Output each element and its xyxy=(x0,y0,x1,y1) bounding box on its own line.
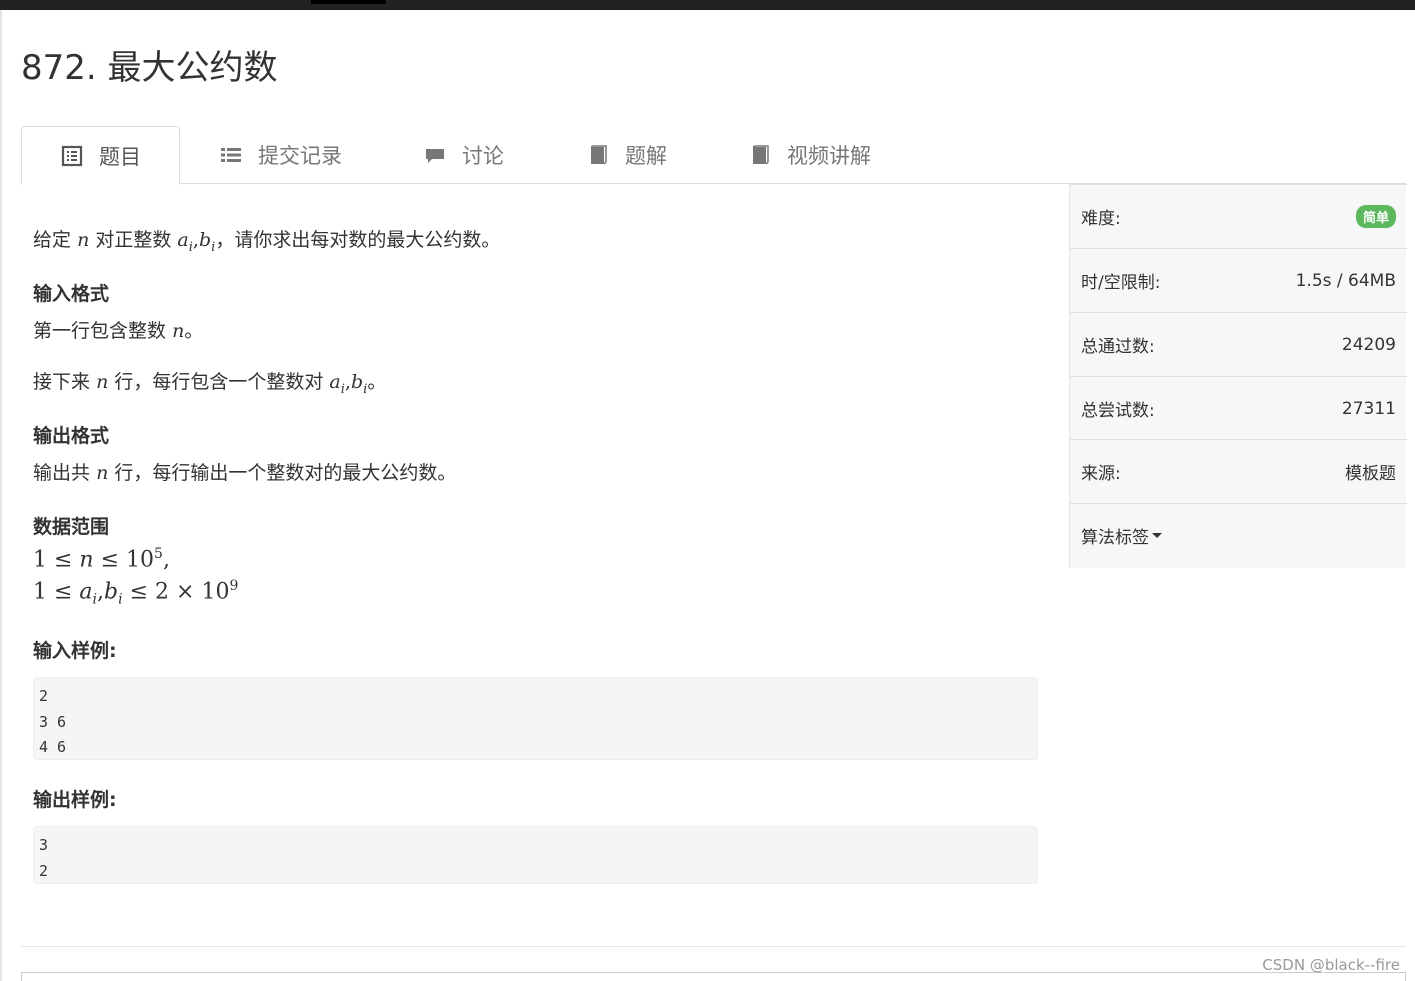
sample-input-code[interactable]: 2 3 6 4 6 xyxy=(33,677,1038,760)
output-line: 输出共 n 行，每行输出一个整数对的最大公约数。 xyxy=(33,458,456,485)
problem-info-sidebar: 难度: 简单 时/空限制: 1.5s / 64MB 总通过数: 24209 总尝… xyxy=(1069,184,1407,568)
comma: , xyxy=(97,579,105,605)
tab-discussion[interactable]: 讨论 xyxy=(424,126,504,184)
text: 1 ≤ xyxy=(33,579,80,605)
list-icon xyxy=(220,144,242,166)
tab-submissions[interactable]: 提交记录 xyxy=(220,126,342,184)
source-value[interactable]: 模板题 xyxy=(1345,459,1396,484)
statement-intro: 给定 n 对正整数 ai,bi，请你求出每对数的最大公约数。 xyxy=(33,225,500,255)
algorithm-tags-row[interactable]: 算法标签 xyxy=(1070,503,1407,567)
text: 第一行包含整数 xyxy=(33,320,167,342)
var-b: b xyxy=(198,229,212,251)
source-label: 来源: xyxy=(1081,464,1121,484)
browser-tab-indicator xyxy=(311,0,386,4)
book-icon xyxy=(749,144,771,166)
document-list-icon xyxy=(61,145,83,167)
attempts-value: 27311 xyxy=(1341,398,1396,419)
output-format-heading: 输出格式 xyxy=(33,425,110,447)
comment-icon xyxy=(424,144,446,166)
tab-problem[interactable]: 题目 xyxy=(21,126,180,185)
var-b: b xyxy=(104,579,119,605)
tab-submissions-label: 提交记录 xyxy=(258,144,342,168)
var-n: n xyxy=(96,462,109,484)
var-b: b xyxy=(350,371,364,393)
accepted-value: 24209 xyxy=(1341,334,1396,355)
text: 。 xyxy=(184,320,204,342)
text: 行，每行包含一个整数对 xyxy=(114,371,324,393)
var-a: a xyxy=(177,229,189,251)
text: 接下来 xyxy=(33,371,91,393)
sample-output-code[interactable]: 3 2 xyxy=(33,826,1038,884)
intro-text: 给定 xyxy=(33,229,72,251)
var-n: n xyxy=(77,229,90,251)
tab-video[interactable]: 视频讲解 xyxy=(749,126,871,184)
var-a: a xyxy=(329,371,341,393)
input-line-1: 第一行包含整数 n。 xyxy=(33,316,203,343)
var-n: n xyxy=(172,320,185,342)
text: ≤ 10 xyxy=(93,547,155,573)
text: , xyxy=(162,547,170,573)
caret-down-icon xyxy=(1152,533,1162,538)
exponent: 9 xyxy=(229,578,239,594)
difficulty-row: 难度: 简单 xyxy=(1070,184,1407,248)
var-a: a xyxy=(79,579,93,605)
text: 行，每行输出一个整数对的最大公约数。 xyxy=(114,462,457,484)
limit-row: 时/空限制: 1.5s / 64MB xyxy=(1070,248,1407,312)
range-line-2: 1 ≤ ai,bi ≤ 2 × 109 xyxy=(33,578,238,608)
text: 。 xyxy=(367,371,387,393)
input-format-heading: 输入格式 xyxy=(33,283,110,305)
sample-input-heading: 输入样例: xyxy=(33,640,117,662)
range-line-1: 1 ≤ n ≤ 105, xyxy=(33,546,170,572)
text: 输出共 xyxy=(33,462,91,484)
problem-tabs: 题目 提交记录 讨论 题解 视频讲解 xyxy=(21,126,1406,185)
data-range-heading: 数据范围 xyxy=(33,516,110,538)
tab-video-label: 视频讲解 xyxy=(787,144,871,168)
book-icon xyxy=(587,144,609,166)
attempts-row: 总尝试数: 27311 xyxy=(1070,376,1407,440)
limit-value: 1.5s / 64MB xyxy=(1295,270,1396,291)
var-n: n xyxy=(96,371,109,393)
text: 1 ≤ xyxy=(33,547,80,573)
intro-text: 对正整数 xyxy=(95,229,172,251)
sample-output-heading: 输出样例: xyxy=(33,789,117,811)
algorithm-tags-toggle[interactable]: 算法标签 xyxy=(1081,523,1149,548)
tab-solutions-label: 题解 xyxy=(625,144,667,168)
page-title: 872. 最大公约数 xyxy=(21,48,278,88)
exponent: 5 xyxy=(154,546,163,562)
input-line-2: 接下来 n 行，每行包含一个整数对 ai,bi。 xyxy=(33,367,386,397)
accepted-row: 总通过数: 24209 xyxy=(1070,312,1407,376)
tab-solutions[interactable]: 题解 xyxy=(587,126,667,184)
difficulty-label: 难度: xyxy=(1081,209,1121,229)
intro-text: ，请你求出每对数的最大公约数。 xyxy=(215,229,501,251)
page-left-border xyxy=(0,10,2,981)
tab-problem-label: 题目 xyxy=(99,144,141,169)
source-row: 来源: 模板题 xyxy=(1070,439,1407,503)
editor-panel-edge xyxy=(21,972,1406,981)
accepted-label: 总通过数: xyxy=(1081,337,1155,357)
difficulty-badge: 简单 xyxy=(1355,205,1396,228)
footer-divider xyxy=(21,946,1406,947)
text: ≤ 2 × 10 xyxy=(122,579,230,605)
limit-label: 时/空限制: xyxy=(1081,273,1161,293)
attempts-label: 总尝试数: xyxy=(1081,401,1155,421)
watermark: CSDN @black--fire xyxy=(1262,956,1400,974)
tab-discussion-label: 讨论 xyxy=(462,144,504,168)
top-navbar xyxy=(0,0,1415,10)
var-n: n xyxy=(79,547,94,573)
